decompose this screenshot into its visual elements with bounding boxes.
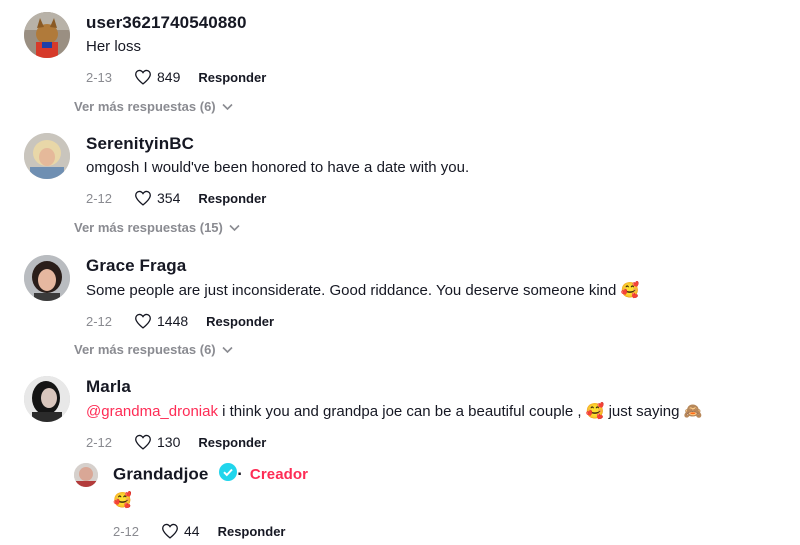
avatar[interactable] [24,133,70,179]
emoji: 🥰 [113,491,132,509]
comment-date: 2-12 [86,313,113,329]
avatar[interactable] [24,255,70,301]
reply-date: 2-12 [113,523,140,539]
like-count: 130 [157,434,181,450]
view-more-replies-button[interactable]: Ver más respuestas (6) [74,99,233,114]
comment-text: @grandma_droniak i think you and grandpa… [86,400,784,423]
reply-text: 🥰 [113,489,774,512]
heart-outline-icon [162,523,178,539]
reply-button[interactable]: Responder [218,524,286,539]
comment-text: Some people are just inconsiderate. Good… [86,279,784,302]
comment-meta: 2-13 849 Responder [86,66,784,88]
comment-username[interactable]: Marla [86,376,784,398]
heart-outline-icon [135,313,151,329]
like-button[interactable]: 849 [134,69,180,85]
comment-text-content: Some people are just inconsiderate. Good… [86,282,617,299]
separator-dot: · [237,464,244,484]
comment-text-content: just saying [604,403,684,420]
like-button[interactable]: 44 [161,523,200,539]
comment-meta: 2-12 354 Responder [86,187,784,209]
emoji: 🥰 [620,281,640,299]
chevron-down-icon [222,103,233,110]
heart-outline-icon [135,190,151,206]
reply-username[interactable]: Grandadjoe [113,464,208,483]
chevron-down-icon [229,224,240,231]
like-button[interactable]: 354 [134,190,180,206]
comment-username[interactable]: SerenityinBC [86,133,784,155]
comment-text-content: i think you and grandpa joe can be a bea… [217,403,586,420]
comment-meta: 2-12 130 Responder [86,431,784,453]
comment-text: omgosh I would've been honored to have a… [86,159,470,176]
creator-badge: Creador [249,466,309,484]
comment-body: Marla @grandma_droniak i think you and g… [86,376,784,453]
like-count: 849 [157,69,181,85]
comment-date: 2-13 [86,69,113,85]
like-button[interactable]: 130 [134,434,180,450]
reply-meta: 2-12 44 Responder [113,520,774,542]
user-mention-link[interactable]: @grandma_droniak [86,403,218,420]
reply-button[interactable]: Responder [198,70,266,85]
like-button[interactable]: 1448 [134,313,188,329]
avatar[interactable] [24,12,70,58]
comment-meta: 2-12 1448 Responder [86,310,784,332]
comment-username[interactable]: Grace Fraga [86,255,784,277]
view-more-replies-button[interactable]: Ver más respuestas (6) [74,342,233,357]
like-count: 1448 [157,313,189,329]
reply-username-row: Grandadjoe · Creador [113,463,774,487]
comment-username[interactable]: user3621740540880 [86,12,784,34]
reply-button[interactable]: Responder [206,314,274,329]
verified-badge-icon [219,463,238,487]
like-count: 44 [184,523,200,539]
reply-button[interactable]: Responder [198,191,266,206]
comment-text: Her loss [86,38,142,55]
comment-body: user3621740540880 Her loss 2-13 849 Resp… [86,12,784,88]
comment-date: 2-12 [86,190,113,206]
avatar[interactable] [74,463,98,487]
avatar[interactable] [24,376,70,422]
heart-outline-icon [135,434,151,450]
view-more-replies-label: Ver más respuestas (15) [74,220,223,235]
view-more-replies-button[interactable]: Ver más respuestas (15) [74,220,240,235]
reply-button[interactable]: Responder [198,435,266,450]
like-count: 354 [157,190,181,206]
comment-date: 2-12 [86,434,113,450]
view-more-replies-label: Ver más respuestas (6) [74,99,216,114]
view-more-replies-label: Ver más respuestas (6) [74,342,216,357]
reply-body: Grandadjoe · Creador 🥰 2-12 44 Responder [113,463,774,542]
emoji: 🥰 [585,402,605,420]
chevron-down-icon [222,346,233,353]
heart-outline-icon [135,69,151,85]
emoji: 🙈 [683,402,703,420]
comment-body: Grace Fraga Some people are just inconsi… [86,255,784,332]
comment-body: SerenityinBC omgosh I would've been hono… [86,133,784,209]
